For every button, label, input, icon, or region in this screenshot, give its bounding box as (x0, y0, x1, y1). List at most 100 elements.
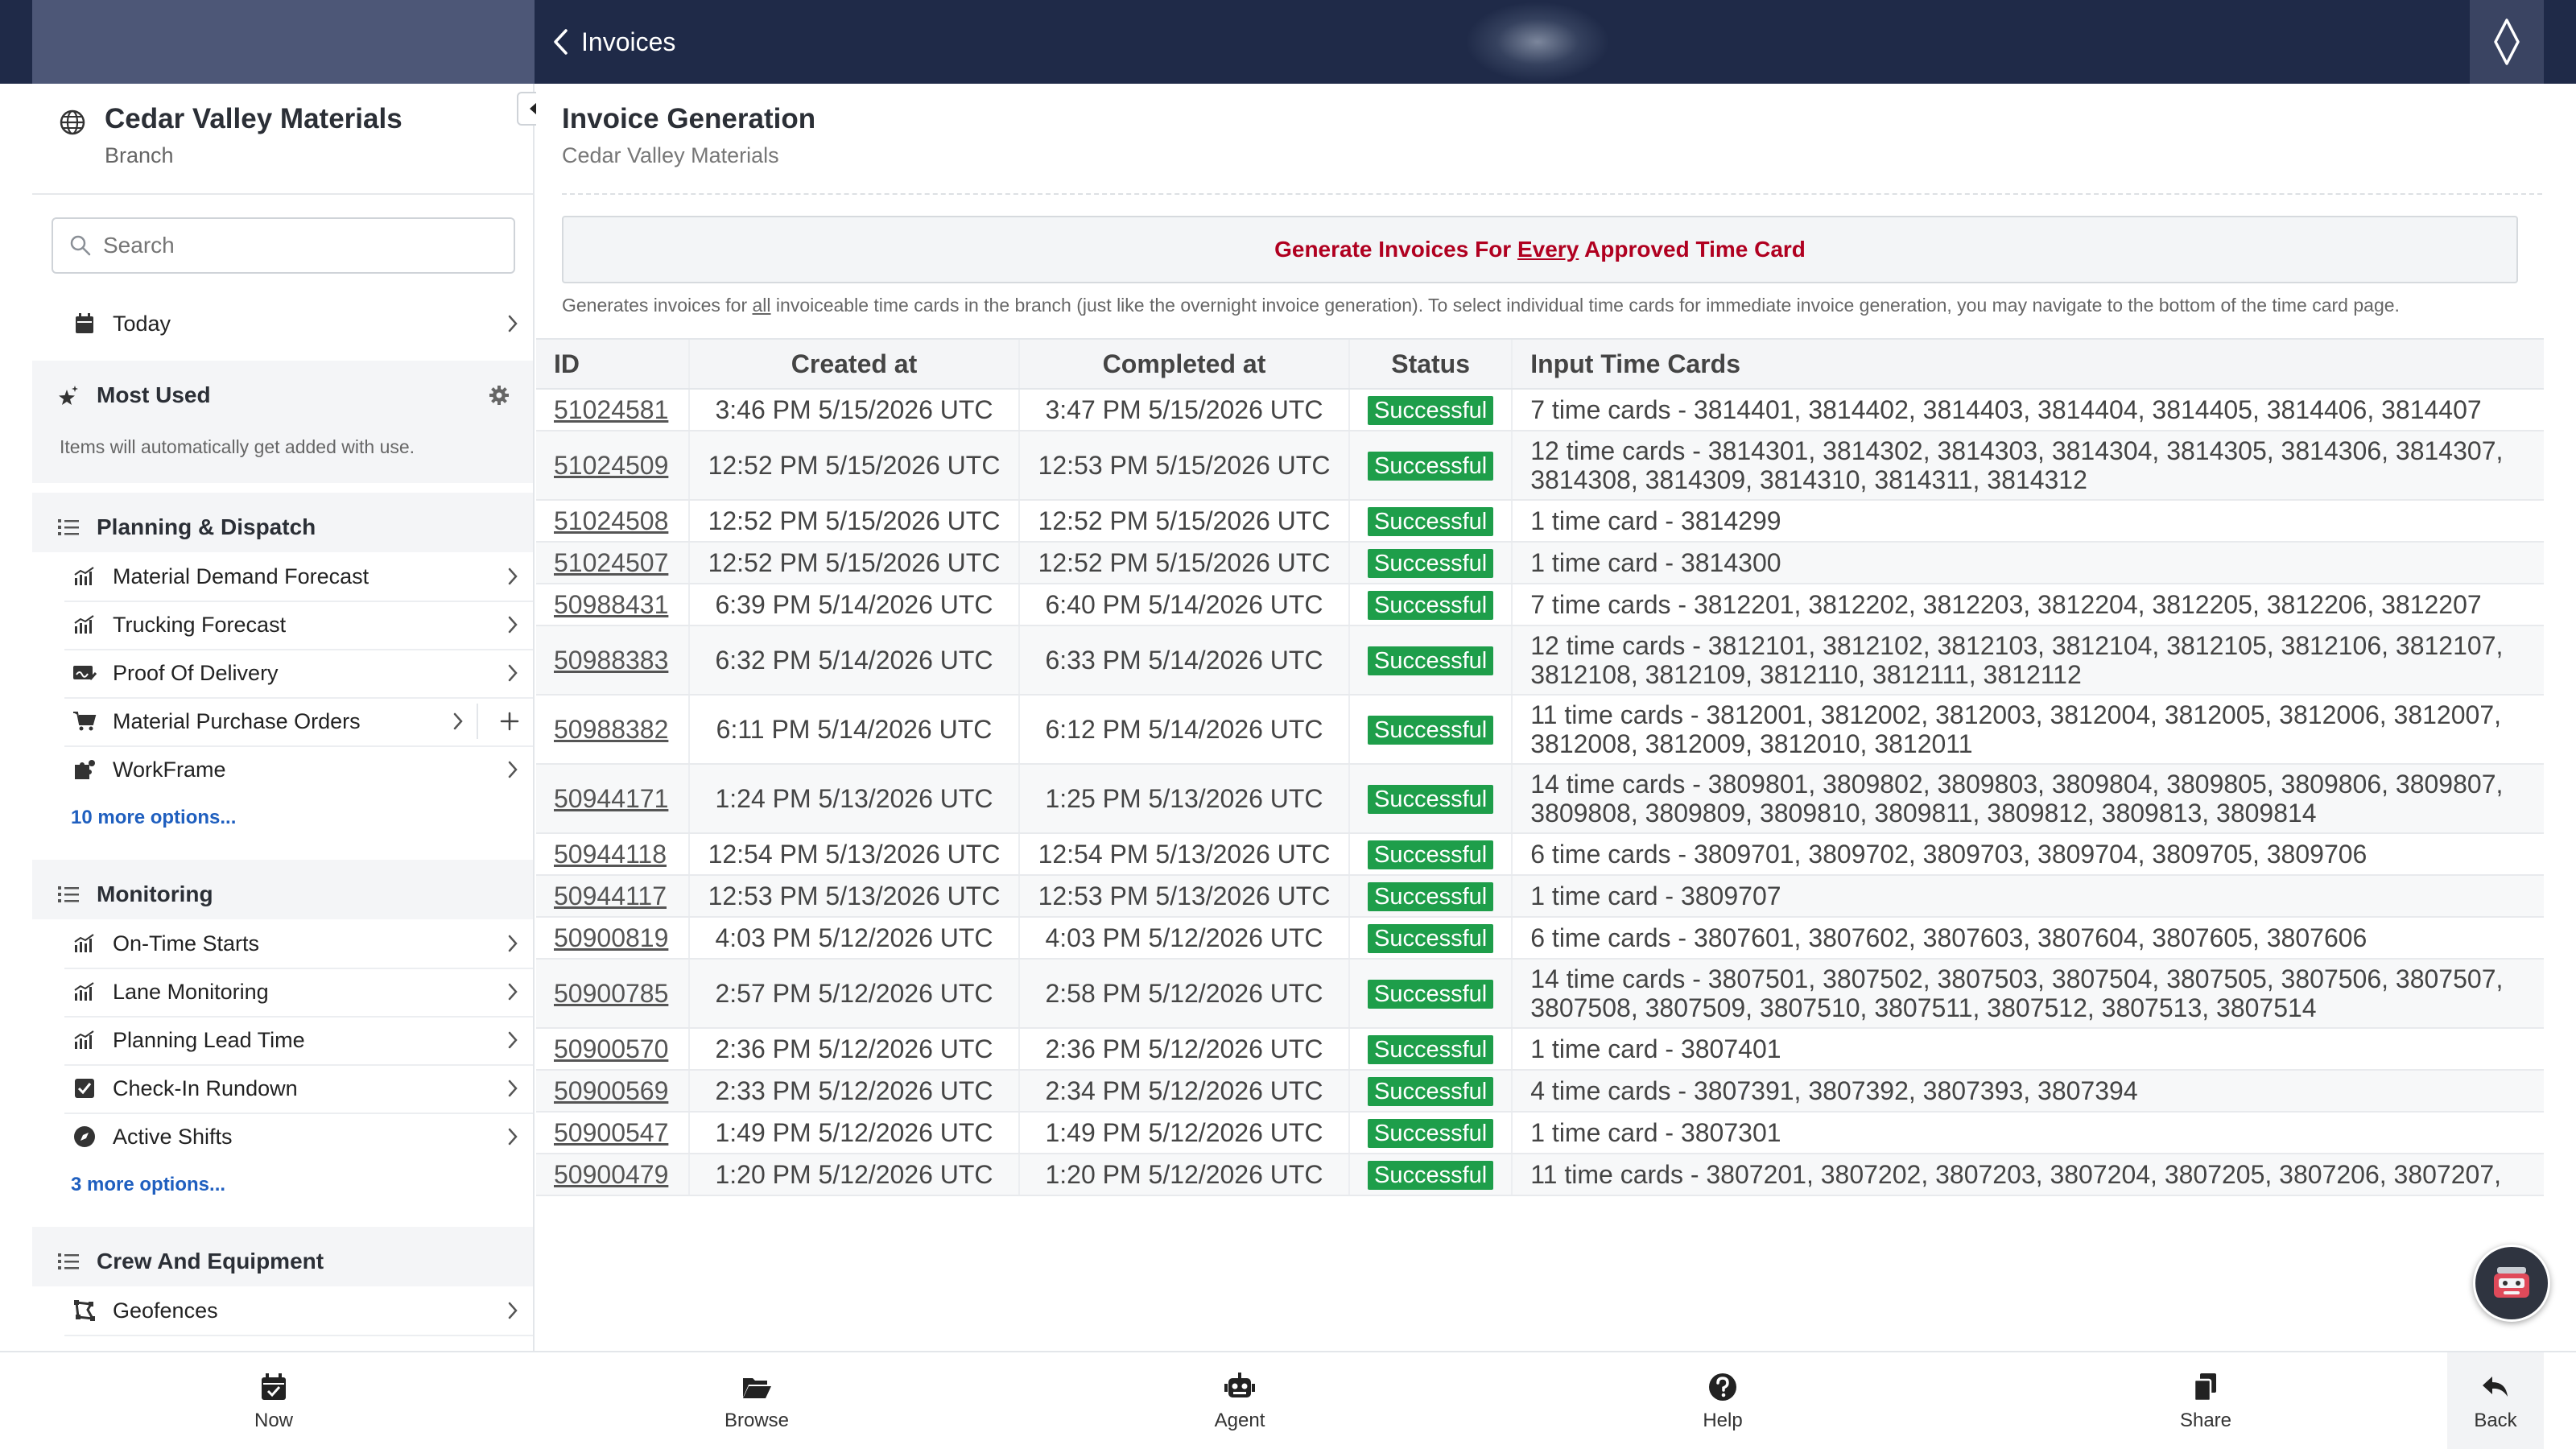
column-header-input-time-cards[interactable]: Input Time Cards (1511, 338, 2544, 390)
main-content: Invoice Generation Cedar Valley Material… (536, 84, 2544, 1351)
cell-id: 50900570 (536, 1028, 689, 1071)
sidebar-item-check-in-rundown[interactable]: Check-In Rundown (32, 1064, 533, 1113)
invoice-id-link[interactable]: 50944118 (554, 840, 667, 869)
sidebar-item-active-shifts[interactable]: Active Shifts (32, 1113, 533, 1161)
tab-now[interactable]: Now (193, 1352, 354, 1449)
chevron-right-icon (508, 568, 518, 585)
monitoring-more-options-link[interactable]: 3 more options... (71, 1174, 225, 1196)
cell-status: Successful (1348, 1028, 1513, 1071)
page-subtitle: Cedar Valley Materials (562, 143, 779, 167)
sidebar-item-label: Check-In Rundown (113, 1075, 298, 1100)
cell-completed-at: 1:49 PM 5/12/2026 UTC (1018, 1112, 1349, 1154)
invoice-id-link[interactable]: 50988431 (554, 590, 668, 619)
sidebar-item-label: Active Shifts (113, 1124, 233, 1149)
invoice-id-link[interactable]: 51024509 (554, 451, 668, 480)
invoices-back-link[interactable]: Invoices (552, 21, 675, 63)
chevron-right-icon (508, 315, 518, 332)
tab-help[interactable]: Help (1642, 1352, 1803, 1449)
invoice-id-link[interactable]: 50988382 (554, 715, 668, 744)
cell-created-at: 12:52 PM 5/15/2026 UTC (688, 431, 1019, 501)
table-row: 50944118 12:54 PM 5/13/2026 UTC 12:54 PM 5… (536, 833, 2544, 876)
chevron-right-icon (508, 616, 518, 634)
cell-id: 50944118 (536, 833, 689, 876)
invoice-id-link[interactable]: 50900569 (554, 1076, 668, 1105)
invoice-id-link[interactable]: 51024508 (554, 506, 668, 535)
add-icon[interactable] (499, 711, 520, 732)
column-header-id[interactable]: ID (536, 338, 689, 390)
cell-status: Successful (1348, 764, 1513, 834)
cell-created-at: 2:33 PM 5/12/2026 UTC (688, 1070, 1019, 1113)
table-row: 50900785 2:57 PM 5/12/2026 UTC 2:58 PM 5/1… (536, 959, 2544, 1029)
cell-input-time-cards: 1 time card - 3807401 (1511, 1028, 2544, 1071)
status-badge: Successful (1368, 882, 1494, 911)
cell-completed-at: 6:12 PM 5/14/2026 UTC (1018, 695, 1349, 765)
invoice-id-link[interactable]: 51024581 (554, 395, 668, 424)
signature-icon (72, 661, 97, 685)
sidebar-item-trucking-forecast[interactable]: Trucking Forecast (32, 601, 533, 649)
cell-status: Successful (1348, 1154, 1513, 1196)
invoice-id-link[interactable]: 50944117 (554, 881, 667, 910)
invoice-id-link[interactable]: 50900479 (554, 1160, 668, 1189)
invoice-id-link[interactable]: 50988383 (554, 646, 668, 675)
invoice-id-link[interactable]: 50944171 (554, 784, 668, 813)
column-header-created[interactable]: Created at (688, 338, 1019, 390)
sidebar-item-geofences[interactable]: Geofences (32, 1286, 533, 1335)
app-logo[interactable] (2470, 0, 2544, 84)
status-badge: Successful (1368, 591, 1494, 620)
generate-all-invoices-button[interactable]: Generate Invoices For Every Approved Tim… (562, 216, 2518, 283)
sidebar-item-planning-lead-time[interactable]: Planning Lead Time (32, 1016, 533, 1064)
status-badge: Successful (1368, 646, 1494, 675)
table-row: 51024581 3:46 PM 5/15/2026 UTC 3:47 PM 5/1… (536, 389, 2544, 431)
tab-back[interactable]: Back (2447, 1352, 2544, 1449)
sidebar-item-proof-of-delivery[interactable]: Proof Of Delivery (32, 649, 533, 697)
cell-input-time-cards: 1 time card - 3814300 (1511, 542, 2544, 584)
table-row: 51024509 12:52 PM 5/15/2026 UTC 12:53 PM 5… (536, 431, 2544, 501)
sidebar-item-label: Proof Of Delivery (113, 660, 279, 685)
invoice-id-link[interactable]: 51024507 (554, 548, 668, 577)
sidebar-item-workframe[interactable]: WorkFrame (32, 745, 533, 794)
cell-created-at: 12:52 PM 5/15/2026 UTC (688, 542, 1019, 584)
sidebar-item-material-demand-forecast[interactable]: Material Demand Forecast (32, 552, 533, 601)
monitoring-header: Monitoring (32, 869, 533, 919)
sidebar-item-on-time-starts[interactable]: On-Time Starts (32, 919, 533, 968)
cell-completed-at: 2:58 PM 5/12/2026 UTC (1018, 959, 1349, 1029)
sidebar-item-today[interactable]: Today (32, 299, 533, 348)
cell-status: Successful (1348, 389, 1513, 431)
tab-share[interactable]: Share (2125, 1352, 2286, 1449)
gear-icon[interactable] (488, 384, 510, 407)
column-header-status[interactable]: Status (1348, 338, 1513, 390)
row-action-divider (477, 704, 478, 739)
status-badge: Successful (1368, 716, 1494, 745)
sidebar-item-material-purchase-orders[interactable]: Material Purchase Orders (32, 697, 533, 745)
invoice-id-link[interactable]: 50900547 (554, 1118, 668, 1147)
cell-status: Successful (1348, 625, 1513, 696)
invoice-id-link[interactable]: 50900819 (554, 923, 668, 952)
floating-agent-button[interactable] (2473, 1245, 2550, 1322)
list-icon (58, 1253, 79, 1269)
search-field[interactable] (52, 217, 515, 274)
cell-id: 50900547 (536, 1112, 689, 1154)
cell-input-time-cards: 4 time cards - 3807391, 3807392, 3807393… (1511, 1070, 2544, 1113)
cell-status: Successful (1348, 1112, 1513, 1154)
invoice-id-link[interactable]: 50900785 (554, 979, 668, 1008)
list-icon (58, 886, 79, 902)
planning-more-options-link[interactable]: 10 more options... (71, 807, 236, 829)
crew-header: Crew And Equipment (32, 1236, 533, 1286)
sidebar-item-lane-monitoring[interactable]: Lane Monitoring (32, 968, 533, 1016)
copy-icon (2193, 1373, 2216, 1402)
search-input[interactable] (103, 233, 489, 258)
invoice-id-link[interactable]: 50900570 (554, 1034, 668, 1063)
tab-agent[interactable]: Agent (1159, 1352, 1320, 1449)
status-badge: Successful (1368, 549, 1494, 578)
status-badge: Successful (1368, 507, 1494, 536)
help-icon (1709, 1373, 1736, 1401)
sidebar-item-label: Planning Lead Time (113, 1027, 305, 1052)
tab-browse[interactable]: Browse (676, 1352, 837, 1449)
column-header-completed[interactable]: Completed at (1018, 338, 1349, 390)
cell-completed-at: 1:20 PM 5/12/2026 UTC (1018, 1154, 1349, 1196)
cell-created-at: 6:39 PM 5/14/2026 UTC (688, 584, 1019, 626)
cell-created-at: 4:03 PM 5/12/2026 UTC (688, 917, 1019, 960)
chevron-right-icon (508, 761, 518, 778)
status-badge: Successful (1368, 1035, 1494, 1064)
calendar-check-icon (262, 1373, 286, 1400)
